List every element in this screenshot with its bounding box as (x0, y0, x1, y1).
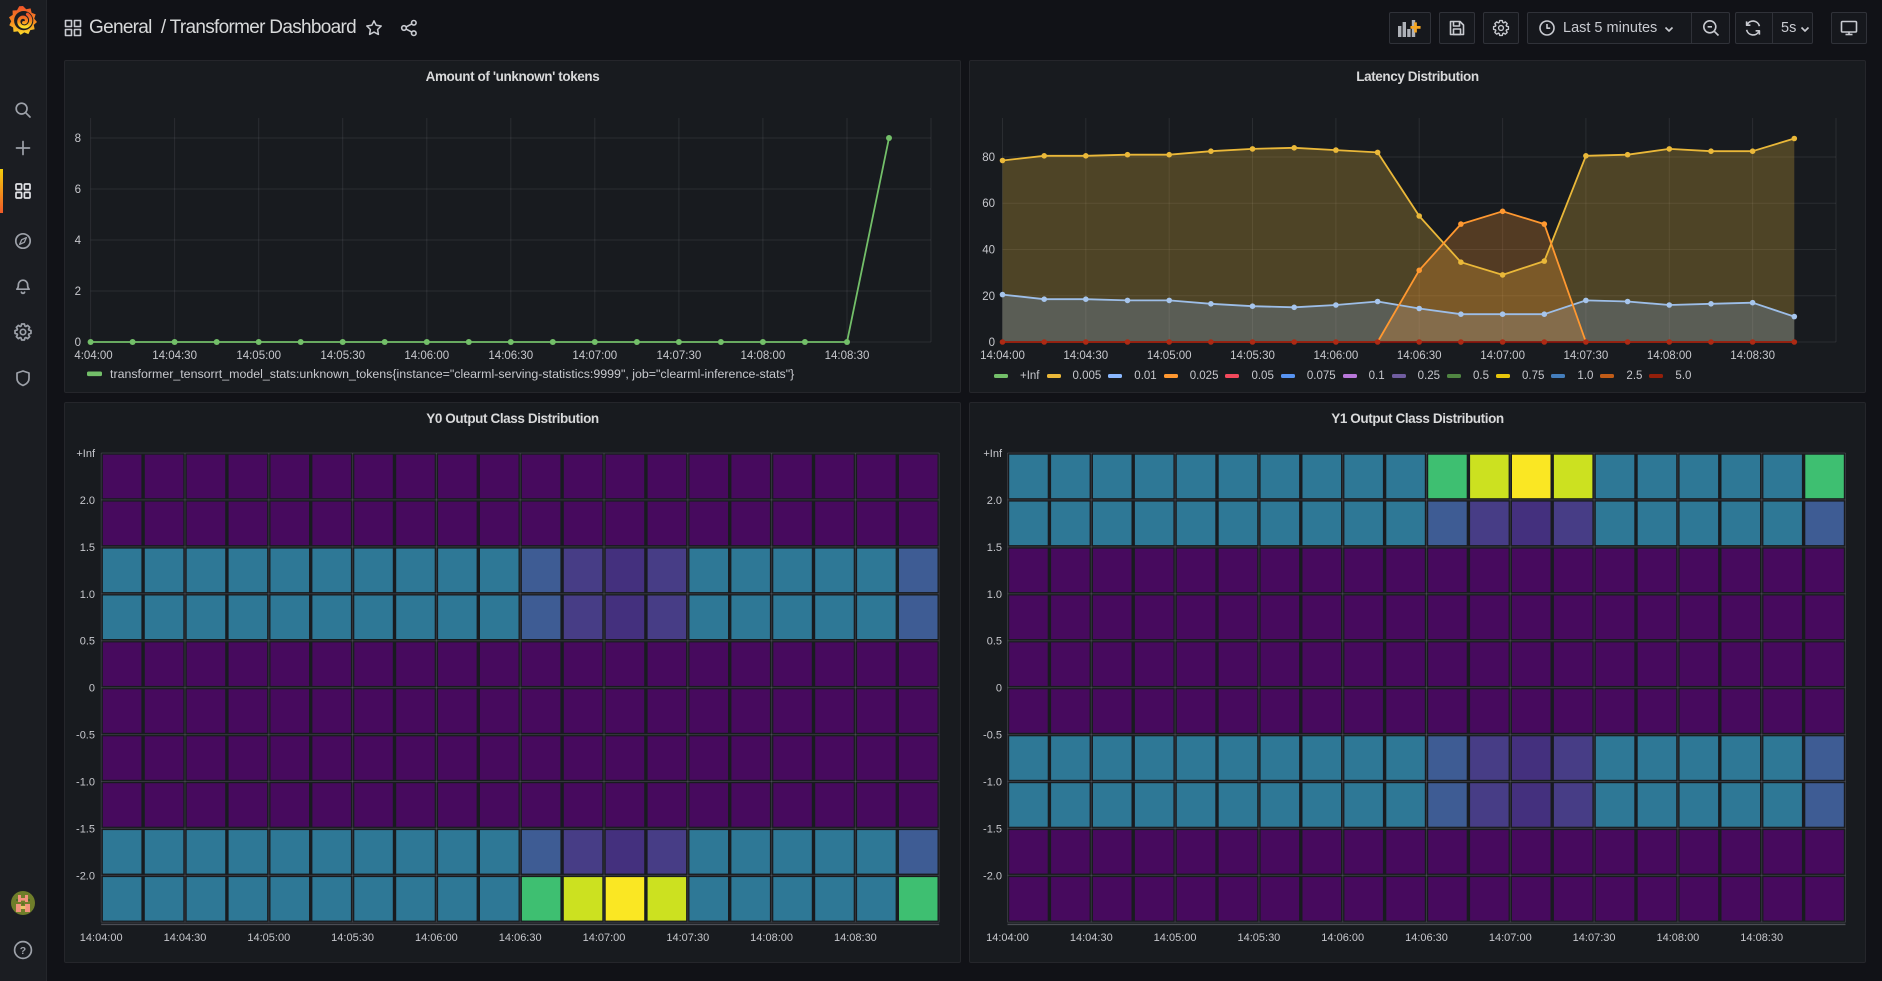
svg-text:1.5: 1.5 (80, 542, 95, 554)
svg-text:40: 40 (982, 245, 995, 257)
svg-text:+Inf: +Inf (983, 448, 1003, 460)
svg-text:1.0: 1.0 (80, 589, 95, 601)
svg-text:14:06:00: 14:06:00 (404, 350, 449, 362)
svg-text:0: 0 (989, 337, 995, 349)
svg-text:14:05:00: 14:05:00 (1147, 350, 1192, 362)
svg-text:0: 0 (89, 683, 95, 695)
svg-text:14:06:30: 14:06:30 (1397, 350, 1442, 362)
svg-text:14:07:00: 14:07:00 (1480, 350, 1525, 362)
svg-text:14:08:00: 14:08:00 (750, 932, 793, 944)
svg-text:14:07:30: 14:07:30 (666, 932, 709, 944)
svg-text:2.0: 2.0 (80, 495, 95, 507)
svg-text:8: 8 (75, 133, 81, 145)
svg-text:14:08:30: 14:08:30 (1730, 350, 1775, 362)
svg-text:14:05:30: 14:05:30 (1237, 932, 1280, 944)
svg-text:14:05:00: 14:05:00 (236, 350, 281, 362)
svg-text:14:04:30: 14:04:30 (164, 932, 207, 944)
svg-text:0.5: 0.5 (987, 636, 1002, 648)
svg-text:60: 60 (982, 198, 995, 210)
svg-text:-2.0: -2.0 (983, 870, 1002, 882)
svg-text:14:07:00: 14:07:00 (1489, 932, 1532, 944)
svg-text:14:07:00: 14:07:00 (572, 350, 617, 362)
svg-text:0: 0 (996, 683, 1002, 695)
svg-text:?: ? (20, 945, 26, 957)
svg-text:14:08:30: 14:08:30 (825, 350, 870, 362)
svg-text:1.0: 1.0 (987, 589, 1002, 601)
svg-text:-2.0: -2.0 (76, 870, 95, 882)
svg-text:14:08:00: 14:08:00 (1656, 932, 1699, 944)
svg-text:14:04:00: 14:04:00 (980, 350, 1025, 362)
svg-text:14:05:00: 14:05:00 (1154, 932, 1197, 944)
svg-text:0.5: 0.5 (80, 636, 95, 648)
svg-text:14:08:00: 14:08:00 (1647, 350, 1692, 362)
svg-text:4: 4 (75, 235, 82, 247)
svg-text:transformer_tensorrt_model_sta: transformer_tensorrt_model_stats:unknown… (110, 367, 794, 381)
svg-text:2.0: 2.0 (987, 495, 1002, 507)
svg-text:-1.5: -1.5 (983, 823, 1002, 835)
svg-text:14:08:00: 14:08:00 (741, 350, 786, 362)
svg-text:14:05:00: 14:05:00 (247, 932, 290, 944)
svg-text:14:06:30: 14:06:30 (1405, 932, 1448, 944)
svg-text:1.5: 1.5 (987, 542, 1002, 554)
svg-text:-1.5: -1.5 (76, 823, 95, 835)
svg-text:-1.0: -1.0 (76, 777, 95, 789)
svg-text:14:08:30: 14:08:30 (834, 932, 877, 944)
svg-text:14:06:30: 14:06:30 (499, 932, 542, 944)
svg-text:4:04:00: 4:04:00 (74, 350, 112, 362)
svg-text:-1.0: -1.0 (983, 777, 1002, 789)
svg-text:14:08:30: 14:08:30 (1740, 932, 1783, 944)
svg-text:80: 80 (982, 152, 995, 164)
svg-text:14:05:30: 14:05:30 (1230, 350, 1275, 362)
svg-text:14:04:30: 14:04:30 (1063, 350, 1108, 362)
svg-text:14:06:30: 14:06:30 (488, 350, 533, 362)
svg-text:2: 2 (75, 286, 81, 298)
svg-text:14:06:00: 14:06:00 (1314, 350, 1359, 362)
svg-text:14:05:30: 14:05:30 (331, 932, 374, 944)
svg-text:14:04:00: 14:04:00 (80, 932, 123, 944)
svg-text:14:04:00: 14:04:00 (986, 932, 1029, 944)
svg-text:20: 20 (982, 291, 995, 303)
svg-text:14:05:30: 14:05:30 (320, 350, 365, 362)
svg-text:14:04:30: 14:04:30 (1070, 932, 1113, 944)
svg-text:14:06:00: 14:06:00 (1321, 932, 1364, 944)
svg-text:0: 0 (75, 337, 81, 349)
svg-text:-0.5: -0.5 (983, 730, 1002, 742)
svg-text:14:07:30: 14:07:30 (1564, 350, 1609, 362)
svg-text:+Inf: +Inf (76, 448, 96, 460)
svg-text:-0.5: -0.5 (76, 730, 95, 742)
svg-text:6: 6 (75, 184, 81, 196)
svg-text:14:07:30: 14:07:30 (657, 350, 702, 362)
svg-text:14:07:00: 14:07:00 (583, 932, 626, 944)
svg-text:14:06:00: 14:06:00 (415, 932, 458, 944)
svg-text:14:07:30: 14:07:30 (1573, 932, 1616, 944)
svg-text:14:04:30: 14:04:30 (152, 350, 197, 362)
